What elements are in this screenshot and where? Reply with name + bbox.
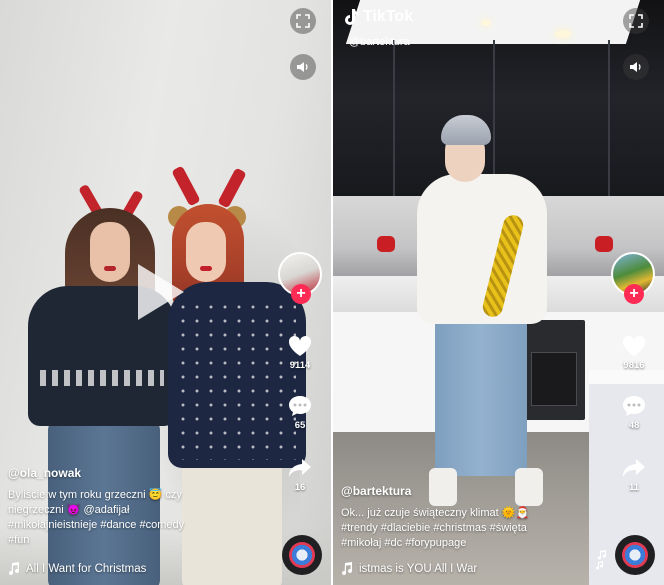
caption-line: Ok... już czuje świąteczny klimat 🌞🎅: [341, 507, 530, 519]
cabinet-seam: [393, 40, 395, 196]
person-a-face: [90, 222, 130, 282]
person-b-lips: [200, 266, 212, 271]
comment-count: 65: [294, 420, 306, 431]
share-icon: [289, 459, 311, 477]
person-sweater: [417, 174, 547, 324]
volume-icon: [297, 62, 308, 72]
tiktok-icon: [345, 9, 359, 25]
fullscreen-button-right[interactable]: [623, 8, 649, 34]
music-disc-right[interactable]: [615, 535, 655, 575]
volume-button-right[interactable]: [623, 54, 649, 80]
fullscreen-button-left[interactable]: [290, 8, 316, 34]
brand-name: TikTok: [363, 8, 414, 25]
person-b-face: [186, 222, 226, 282]
watermark-handle: @bartektura: [349, 36, 410, 48]
hashtags-line[interactable]: #trendy #dlaciebie #christmas #święta: [341, 521, 571, 536]
heart-icon: [622, 335, 646, 356]
username-link-right[interactable]: @bartektura: [341, 484, 571, 498]
ceiling-light: [555, 30, 571, 38]
comment-button-right[interactable]: 48: [609, 394, 659, 431]
video-caption-left: @ola_nowak Byliście w tym roku grzeczni …: [8, 466, 238, 548]
caption-text: Ok... już czuje świąteczny klimat 🌞🎅 #tr…: [341, 506, 571, 551]
tiktok-logo: TikTok: [343, 8, 413, 26]
video-caption-right: @bartektura Ok... już czuje świąteczny k…: [341, 484, 571, 551]
person-jeans: [435, 316, 527, 476]
comment-icon: [623, 396, 645, 416]
volume-icon: [630, 62, 641, 72]
kettle: [377, 236, 395, 252]
disc-icon: [289, 542, 315, 568]
share-icon: [623, 459, 645, 477]
cabinet-seam: [608, 40, 610, 196]
floating-notes-icon: [596, 550, 606, 570]
share-count: 11: [628, 482, 640, 493]
comment-count: 48: [628, 420, 640, 431]
video-panel-left[interactable]: + 9114 65 16 @ola_nowak Byliście w tym r…: [0, 0, 331, 585]
music-note-icon: [9, 562, 20, 575]
share-button-right[interactable]: 11: [609, 456, 659, 493]
music-info-left[interactable]: All I Want for Christmas: [8, 562, 146, 575]
share-count: 16: [294, 482, 306, 493]
follow-plus-button[interactable]: +: [624, 284, 644, 304]
music-info-right[interactable]: istmas is YOU All I War: [341, 562, 477, 575]
caption-line: Byliście w tym roku grzeczni 😇 czy: [8, 489, 182, 501]
like-button-left[interactable]: 9114: [275, 334, 325, 371]
caption-line: niegrzeczni 😈 @adafijał: [8, 504, 130, 516]
kitchen-island-top: [589, 370, 664, 384]
music-note-icon: [342, 562, 353, 575]
like-count: 9816: [623, 360, 645, 371]
music-title: istmas is YOU All I War: [359, 562, 478, 575]
like-count: 9114: [289, 360, 311, 371]
ceiling-light: [481, 20, 491, 26]
video-panel-right[interactable]: TikTok @bartektura + 9816 48 11 @bartekt…: [333, 0, 664, 585]
kettle: [595, 236, 613, 252]
person-b-sweater-dots: [176, 300, 296, 460]
comment-icon: [289, 396, 311, 416]
heart-icon: [288, 335, 312, 356]
creator-avatar-right[interactable]: +: [611, 252, 655, 304]
like-button-right[interactable]: 9816: [609, 334, 659, 371]
fullscreen-icon: [296, 14, 310, 28]
music-title: All I Want for Christmas: [26, 562, 147, 575]
disc-icon: [622, 542, 648, 568]
comment-button-left[interactable]: 65: [275, 394, 325, 431]
person-a-lips: [104, 266, 116, 271]
volume-button-left[interactable]: [290, 54, 316, 80]
music-disc-left[interactable]: [282, 535, 322, 575]
hashtags-line[interactable]: #mikołajnieistnieje #dance #comedy: [8, 518, 238, 533]
cabinet-seam: [493, 40, 495, 196]
play-icon[interactable]: [138, 264, 184, 320]
share-button-left[interactable]: 16: [275, 456, 325, 493]
creator-avatar-left[interactable]: +: [278, 252, 322, 304]
caption-text: Byliście w tym roku grzeczni 😇 czy niegr…: [8, 488, 238, 548]
username-link-left[interactable]: @ola_nowak: [8, 466, 238, 480]
person-a-sweater-pattern: [40, 370, 164, 386]
follow-plus-button[interactable]: +: [291, 284, 311, 304]
oven-window: [531, 352, 577, 406]
hashtags-line[interactable]: #fun: [8, 533, 238, 548]
hashtags-line[interactable]: #mikołaj #dc #forypupage: [341, 536, 571, 551]
fullscreen-icon: [629, 14, 643, 28]
